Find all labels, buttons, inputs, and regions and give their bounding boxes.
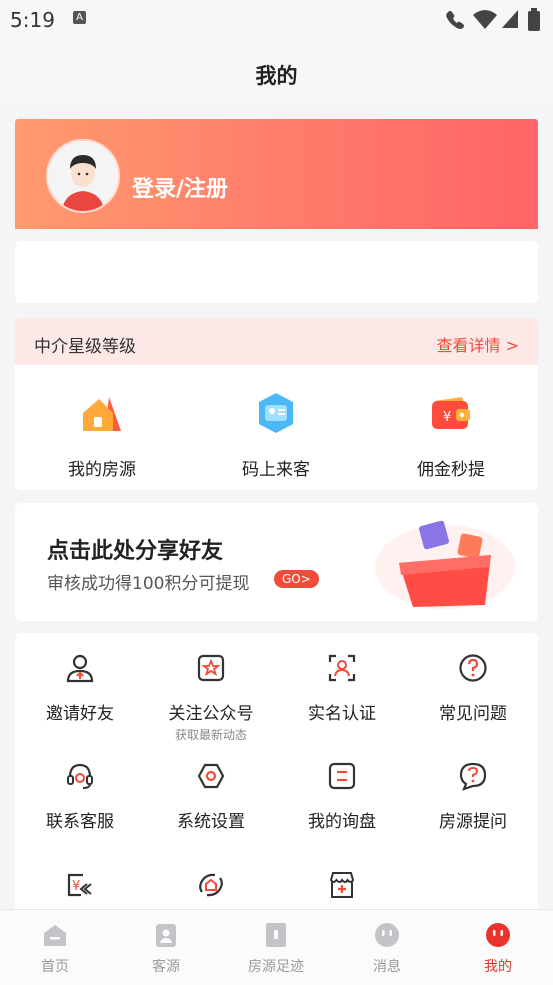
wallet-icon: ¥: [432, 397, 470, 429]
bottom-tab-bar: 首页 客源 房源足迹 消息 我的: [0, 909, 553, 985]
shop-plus-icon: [329, 872, 355, 898]
page-header: 我的: [0, 40, 553, 106]
services-grid: 邀请好友 关注公众号 获取最新动态 实名认证 常见问题 联系客服 系统设置 我的…: [15, 633, 538, 913]
headset-icon: [67, 763, 93, 789]
question-icon: [459, 654, 487, 682]
service-customer-support[interactable]: 联系客服: [15, 761, 145, 832]
battery-icon: [528, 8, 540, 31]
login-card[interactable]: 登录/注册: [15, 119, 538, 229]
avatar[interactable]: [46, 139, 120, 213]
message-icon: [375, 923, 399, 947]
customer-card-icon: [259, 393, 293, 433]
shortcut-qr-customers[interactable]: 码上来客: [216, 391, 336, 480]
share-banner[interactable]: 点击此处分享好友 审核成功得100积分可提现 GO>: [15, 503, 538, 621]
service-label: 我的询盘: [308, 812, 376, 832]
tab-label: 房源足迹: [248, 959, 304, 975]
service-house-orbit[interactable]: [146, 870, 276, 904]
service-label: 联系客服: [46, 812, 114, 832]
service-shop-add[interactable]: [277, 870, 407, 904]
service-label: 房源提问: [439, 812, 507, 832]
page-title: 我的: [255, 64, 298, 88]
service-system-settings[interactable]: 系统设置: [146, 761, 276, 832]
default-avatar-icon: [48, 141, 118, 211]
me-icon: [486, 923, 510, 947]
service-my-inquiries[interactable]: 我的询盘: [277, 761, 407, 832]
banner-subtitle: 审核成功得100积分可提现: [47, 574, 250, 594]
tab-label: 客源: [152, 959, 180, 975]
agent-level-label: 中介星级等级: [34, 337, 136, 357]
service-sublabel: 获取最新动态: [174, 728, 247, 742]
house-orbit-icon: [199, 873, 223, 897]
service-faq[interactable]: 常见问题: [408, 653, 538, 724]
wifi-icon: [473, 10, 497, 29]
tab-label: 消息: [373, 959, 401, 975]
tab-home[interactable]: 首页: [0, 922, 110, 976]
shortcut-label: 码上来客: [242, 460, 310, 480]
yuan-back-icon: ¥: [67, 873, 92, 897]
service-listing-questions[interactable]: 房源提问: [408, 761, 538, 832]
tab-messages[interactable]: 消息: [332, 922, 442, 976]
status-time: 5:19: [10, 8, 55, 32]
id-verify-icon: [328, 654, 356, 682]
login-register-link[interactable]: 登录/注册: [132, 171, 228, 203]
service-follow-account[interactable]: 关注公众号 获取最新动态: [146, 653, 276, 743]
tab-label: 首页: [41, 959, 69, 975]
home-icon: [44, 925, 66, 946]
cell-signal-icon: [502, 10, 518, 28]
gift-box-icon: [375, 520, 515, 609]
service-label: 实名认证: [308, 704, 376, 724]
svg-text:¥: ¥: [72, 879, 80, 894]
tab-customers[interactable]: 客源: [111, 922, 221, 976]
invite-user-icon: [66, 654, 94, 683]
banner-title: 点击此处分享好友: [47, 539, 224, 564]
info-strip: [15, 241, 538, 303]
agent-level-bar: 中介星级等级 查看详情 >: [15, 318, 538, 365]
follow-star-icon: [197, 654, 225, 682]
svg-text:¥: ¥: [443, 410, 451, 425]
service-label: 常见问题: [439, 704, 507, 724]
question-bubble-icon: [459, 762, 487, 791]
shortcut-panel: 我的房源 码上来客 ¥ 佣金秒提: [15, 365, 538, 490]
go-button[interactable]: GO>: [274, 570, 319, 588]
house-icon: [83, 397, 121, 431]
service-invite-friends[interactable]: 邀请好友: [15, 653, 145, 724]
customer-icon: [156, 924, 176, 947]
settings-icon: [197, 763, 225, 789]
tab-me[interactable]: 我的: [443, 922, 553, 976]
tab-footprint[interactable]: 房源足迹: [221, 922, 331, 976]
shortcut-label: 我的房源: [68, 460, 136, 480]
notification-a-icon: A: [73, 11, 86, 24]
shortcut-label: 佣金秒提: [417, 460, 485, 480]
shortcut-my-listings[interactable]: 我的房源: [42, 391, 162, 480]
footprint-icon: [266, 923, 286, 947]
view-details-link[interactable]: 查看详情 >: [437, 332, 520, 356]
service-identity-verify[interactable]: 实名认证: [277, 653, 407, 724]
service-label: 系统设置: [177, 812, 245, 832]
shortcut-commission[interactable]: ¥ 佣金秒提: [391, 391, 511, 480]
service-label: 邀请好友: [46, 704, 114, 724]
tab-label: 我的: [484, 959, 512, 975]
service-withdraw[interactable]: ¥: [15, 870, 145, 904]
service-label: 关注公众号: [168, 704, 254, 724]
status-bar: 5:19 A: [0, 0, 553, 40]
inquiry-icon: [328, 762, 356, 790]
wifi-call-icon: [446, 11, 464, 29]
